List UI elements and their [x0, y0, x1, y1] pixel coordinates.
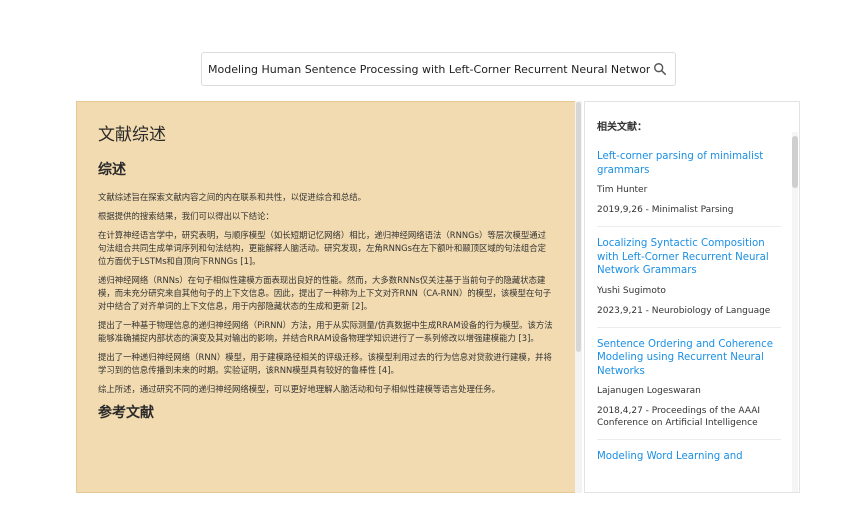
- related-item: Left-corner parsing of minimalist gramma…: [597, 150, 781, 227]
- related-list: Left-corner parsing of minimalist gramma…: [597, 150, 781, 484]
- section-title: 综述: [98, 162, 126, 178]
- related-item-title-link[interactable]: Left-corner parsing of minimalist gramma…: [597, 150, 781, 177]
- related-item-title-link[interactable]: Localizing Syntactic Composition with Le…: [597, 237, 781, 278]
- page-title: 文献综述: [98, 125, 166, 145]
- review-scrollbar-thumb[interactable]: [576, 102, 581, 352]
- related-item-author: Yushi Sugimoto: [597, 285, 666, 296]
- paragraph: 提出了一种递归神经网络（RNN）模型，用于建模路径相关的评级迁移。该模型利用过去…: [98, 352, 552, 375]
- related-literature-header: 相关文献：: [597, 122, 647, 133]
- related-item-meta: 2019,9,26 - Minimalist Parsing: [597, 205, 734, 215]
- related-item-meta: 2018,4,27 - Proceedings of the AAAI Conf…: [597, 406, 761, 428]
- sidebar-scrollbar-thumb[interactable]: [792, 136, 798, 188]
- paragraph: 综上所述，通过研究不同的递归神经网络模型，可以更好地理解人脑活动和句子相似性建模…: [98, 384, 500, 394]
- paragraph: 在计算神经语言学中，研究表明，与顺序模型（如长短期记忆网络）相比，递归神经网络语…: [98, 230, 546, 266]
- search-icon[interactable]: [653, 62, 667, 76]
- related-item-title-link[interactable]: Modeling Word Learning and: [597, 450, 781, 464]
- related-item: Sentence Ordering and Coherence Modeling…: [597, 338, 781, 440]
- related-item-meta: 2023,9,21 - Neurobiology of Language: [597, 305, 771, 316]
- search-input[interactable]: [208, 53, 650, 85]
- search-box[interactable]: [201, 52, 676, 86]
- related-item-title-link[interactable]: Sentence Ordering and Coherence Modeling…: [597, 338, 781, 379]
- related-item: Modeling Word Learning and: [597, 450, 781, 474]
- references-title: 参考文献: [98, 405, 154, 421]
- paragraph: 提出了一种基于物理信息的递归神经网络（PiRNN）方法，用于从实际测量/仿真数据…: [98, 320, 553, 343]
- paragraph: 根据提供的搜索结果，我们可以得出以下结论：: [98, 211, 274, 221]
- review-panel: 文献综述 综述 文献综述旨在探索文献内容之间的内在联系和共性，以促进综合和总结。…: [76, 101, 581, 493]
- paragraph: 文献综述旨在探索文献内容之间的内在联系和共性，以促进综合和总结。: [98, 192, 366, 202]
- related-item: Localizing Syntactic Composition with Le…: [597, 237, 781, 328]
- review-content: 文献综述 综述 文献综述旨在探索文献内容之间的内在联系和共性，以促进综合和总结。…: [98, 120, 553, 422]
- related-item-author: Lajanugen Logeswaran: [597, 386, 701, 396]
- paragraph: 递归神经网络（RNNs）在句子相似性建模方面表现出良好的性能。然而，大多数RNN…: [98, 275, 552, 311]
- related-item-author: Tim Hunter: [597, 185, 648, 195]
- related-literature-panel: 相关文献： Left-corner parsing of minimalist …: [584, 101, 800, 493]
